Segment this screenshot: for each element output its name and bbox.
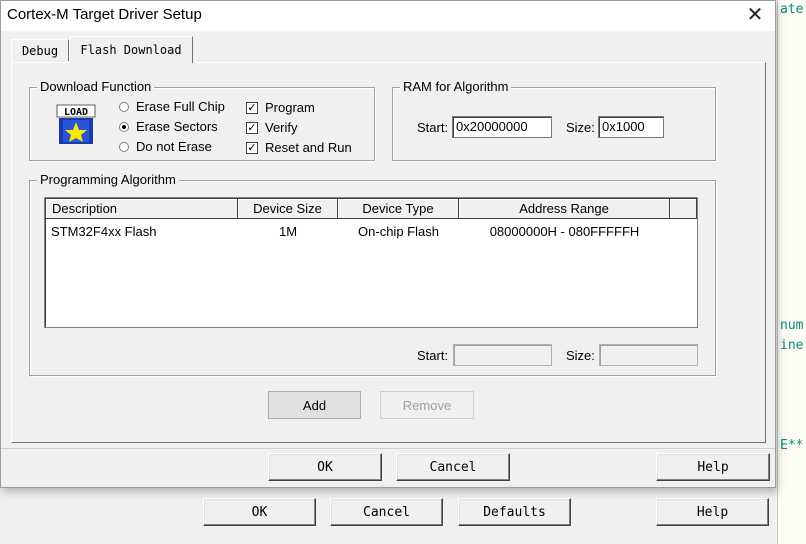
do-not-erase-radio[interactable]: Do not Erase [119, 139, 212, 154]
title-bar: Cortex-M Target Driver Setup ✕ [1, 1, 775, 31]
radio-label: Do not Erase [136, 139, 212, 154]
column-header-device-size[interactable]: Device Size [238, 199, 338, 219]
check-mark-icon: ✓ [246, 101, 258, 114]
load-icon-text: LOAD [64, 107, 88, 118]
cancel-button[interactable]: Cancel [396, 453, 510, 481]
ram-size-input[interactable]: 0x1000 [598, 116, 664, 138]
check-label: Verify [265, 120, 298, 135]
row-device-type: On-chip Flash [358, 224, 439, 239]
check-label: Program [265, 100, 315, 115]
algo-size-input[interactable] [599, 344, 698, 366]
column-header-filler [670, 199, 697, 219]
window-title: Cortex-M Target Driver Setup [7, 6, 202, 23]
radio-label: Erase Sectors [136, 119, 218, 134]
parent-ok-button[interactable]: OK [203, 498, 316, 526]
ram-for-algorithm-legend: RAM for Algorithm [400, 79, 512, 94]
check-mark-icon: ✓ [246, 141, 258, 154]
code-fragment: ine [780, 338, 804, 353]
help-button[interactable]: Help [656, 453, 770, 481]
reset-and-run-checkbox[interactable]: ✓ Reset and Run [246, 140, 352, 155]
row-description: STM32F4xx Flash [51, 224, 157, 239]
verify-checkbox[interactable]: ✓ Verify [246, 120, 298, 135]
code-fragment: num [780, 318, 804, 333]
code-fragment: E** [780, 438, 804, 453]
ram-start-input[interactable]: 0x20000000 [452, 116, 552, 138]
radio-dot [119, 121, 129, 132]
row-address-range: 08000000H - 080FFFFFH [489, 224, 640, 239]
parent-defaults-button[interactable]: Defaults [458, 498, 571, 526]
ram-start-label: Start: [417, 120, 449, 135]
parent-dialog-button-bar: OK Cancel Defaults Help [0, 488, 777, 544]
remove-button[interactable]: Remove [380, 391, 474, 419]
add-button[interactable]: Add [268, 391, 361, 419]
ram-size-label: Size: [566, 120, 595, 135]
check-mark-icon: ✓ [246, 121, 258, 134]
algo-start-label: Start: [417, 348, 449, 363]
column-header-address-range[interactable]: Address Range [459, 199, 670, 219]
tab-flash-download[interactable]: Flash Download [69, 36, 193, 63]
column-header-description[interactable]: Description [46, 199, 238, 219]
close-icon[interactable]: ✕ [743, 3, 767, 27]
ok-button[interactable]: OK [268, 453, 382, 481]
program-checkbox[interactable]: ✓ Program [246, 100, 315, 115]
parent-cancel-button[interactable]: Cancel [330, 498, 443, 526]
erase-sectors-radio[interactable]: Erase Sectors [119, 119, 218, 134]
erase-full-chip-radio[interactable]: Erase Full Chip [119, 99, 225, 114]
radio-label: Erase Full Chip [136, 99, 225, 114]
divider [1, 448, 775, 449]
tab-debug[interactable]: Debug [11, 39, 69, 61]
load-icon: LOAD [56, 104, 96, 144]
radio-dot [119, 101, 129, 112]
row-device-size: 1M [278, 224, 298, 239]
download-function-legend: Download Function [37, 79, 155, 94]
background-code-editor: ate num ine E** [777, 0, 806, 544]
algo-start-input[interactable] [453, 344, 552, 366]
algo-size-label: Size: [566, 348, 595, 363]
algorithm-list[interactable]: Description Device Size Device Type Addr… [44, 197, 698, 328]
programming-algorithm-legend: Programming Algorithm [37, 172, 179, 187]
code-fragment: ate [780, 2, 804, 17]
column-header-device-type[interactable]: Device Type [338, 199, 459, 219]
parent-help-button[interactable]: Help [656, 498, 769, 526]
check-label: Reset and Run [265, 140, 352, 155]
target-driver-setup-dialog: Cortex-M Target Driver Setup ✕ Debug Fla… [0, 0, 776, 488]
radio-dot [119, 141, 129, 152]
